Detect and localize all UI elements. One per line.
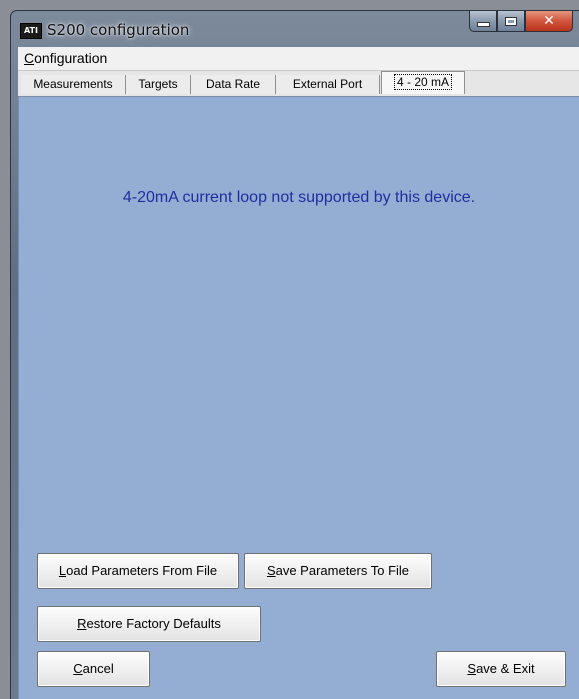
cancel-accel: C [73,661,83,676]
load-parameters-label: oad Parameters From File [66,563,218,578]
menu-configuration[interactable]: Configuration [24,50,107,66]
tab-strip: Measurements Targets Data Rate External … [18,71,579,96]
close-button[interactable]: ✕ [525,11,573,32]
save-exit-label: ave & Exit [476,661,535,676]
not-supported-message: 4-20mA current loop not supported by thi… [122,189,476,206]
menu-bar: Configuration [18,47,579,71]
window-title: S200 configuration [47,21,190,39]
client-area: Configuration Measurements Targets Data … [18,47,579,699]
tab-measurements[interactable]: Measurements [21,75,126,94]
tab-targets[interactable]: Targets [126,75,191,94]
restore-defaults-accel: R [77,616,87,631]
tab-panel-4-20ma: 4-20mA current loop not supported by thi… [18,96,579,699]
tab-targets-label: Targets [138,77,178,91]
tab-4-20ma-label: 4 - 20 mA [393,74,453,90]
close-icon: ✕ [543,13,555,29]
minimize-button[interactable] [469,11,497,32]
load-parameters-button[interactable]: Load Parameters From File [37,553,239,589]
save-exit-button[interactable]: Save & Exit [436,651,566,687]
window-controls: ✕ [469,11,573,33]
save-parameters-accel: S [266,563,276,578]
s200-configuration-window: ATI S200 configuration ✕ Configuration M… [10,10,579,699]
tab-4-20ma[interactable]: 4 - 20 mA [381,71,465,94]
save-parameters-label: ave Parameters To File [275,563,410,578]
menu-configuration-accel: C [24,50,35,66]
menu-configuration-label: onfiguration [34,50,108,66]
save-parameters-button[interactable]: Save Parameters To File [244,553,432,589]
app-icon[interactable]: ATI [20,23,42,39]
title-bar[interactable]: ATI S200 configuration ✕ [11,11,579,47]
tab-measurements-label: Measurements [33,77,113,91]
cancel-button[interactable]: Cancel [37,651,150,687]
maximize-icon [505,16,517,26]
tab-external-port-label: External Port [292,77,363,91]
minimize-icon [476,22,490,27]
cancel-label: ancel [82,661,114,676]
restore-defaults-button[interactable]: Restore Factory Defaults [37,606,261,642]
maximize-button[interactable] [497,11,525,32]
tab-external-port[interactable]: External Port [276,75,380,94]
tab-data-rate-label: Data Rate [205,77,261,91]
tab-data-rate[interactable]: Data Rate [191,75,276,94]
restore-defaults-label: estore Factory Defaults [86,616,221,631]
save-exit-accel: S [467,661,477,676]
